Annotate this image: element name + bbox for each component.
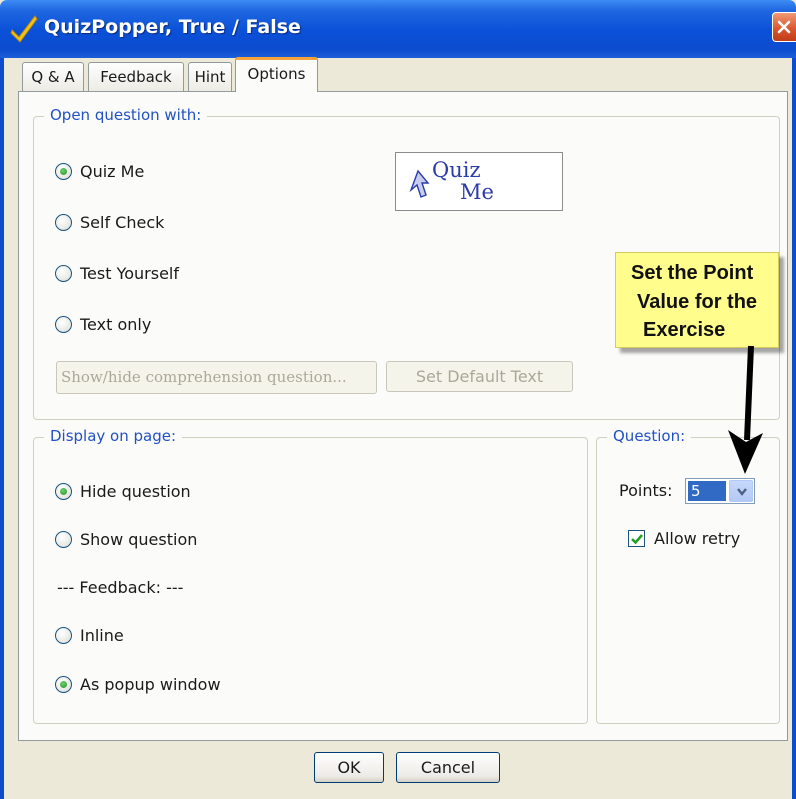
radio-label: As popup window <box>80 675 221 694</box>
window-title: QuizPopper, True / False <box>44 16 301 38</box>
cursor-arrow-icon <box>409 169 430 198</box>
display-on-page-legend: Display on page: <box>44 427 183 445</box>
button-label: Cancel <box>420 758 476 777</box>
radio-button[interactable] <box>55 214 72 231</box>
cancel-button[interactable]: Cancel <box>396 752 500 783</box>
callout-note: Set the Point Value for the Exercise <box>615 252 779 348</box>
radio-label: Hide question <box>80 482 191 501</box>
chevron-down-icon <box>737 488 747 496</box>
button-label: OK <box>337 758 361 777</box>
radio-button[interactable] <box>55 627 72 644</box>
tab-q-and-a[interactable]: Q & A <box>22 62 84 92</box>
tab-label: Options <box>247 65 306 83</box>
points-dropdown-button[interactable] <box>729 480 753 502</box>
question-legend: Question: <box>607 427 692 445</box>
radio-as-popup-window[interactable]: As popup window <box>55 675 221 694</box>
radio-show-question[interactable]: Show question <box>55 530 197 549</box>
callout-line-2: Value for the <box>637 291 758 313</box>
radio-label: Text only <box>80 315 152 334</box>
callout-line-3: Exercise <box>643 319 726 341</box>
button-label: Show/hide comprehension question... <box>61 368 347 386</box>
open-question-legend: Open question with: <box>44 106 208 124</box>
radio-label: Inline <box>80 626 124 645</box>
callout-arrow <box>728 345 763 474</box>
checkbox-box[interactable] <box>628 530 645 547</box>
radio-button[interactable] <box>55 483 72 500</box>
radio-label: Self Check <box>80 213 165 232</box>
button-label: Set Default Text <box>415 367 544 386</box>
radio-self-check[interactable]: Self Check <box>55 213 164 232</box>
window-frame-left <box>0 58 4 799</box>
callout-line-1: Set the Point <box>631 262 754 284</box>
preview-line-1: Quiz <box>432 158 481 182</box>
tab-feedback[interactable]: Feedback <box>88 62 184 92</box>
tab-options[interactable]: Options <box>235 57 318 92</box>
tab-hint[interactable]: Hint <box>188 62 232 92</box>
points-select[interactable]: 5 <box>685 478 755 504</box>
ok-button[interactable]: OK <box>314 752 384 783</box>
radio-label: Show question <box>80 530 198 549</box>
radio-button[interactable] <box>55 316 72 333</box>
comprehension-question-button[interactable]: Show/hide comprehension question... <box>56 361 377 394</box>
feedback-section-label: --- Feedback: --- <box>57 578 184 597</box>
radio-hide-question[interactable]: Hide question <box>55 482 191 501</box>
allow-retry-checkbox[interactable]: Allow retry <box>628 529 740 548</box>
window-frame-right <box>792 58 796 799</box>
radio-button[interactable] <box>55 163 72 180</box>
radio-label: Test Yourself <box>80 264 180 283</box>
radio-test-yourself[interactable]: Test Yourself <box>55 264 179 283</box>
radio-quiz-me[interactable]: Quiz Me <box>55 162 144 181</box>
checkmark-icon <box>631 534 643 545</box>
title-bar: QuizPopper, True / False <box>0 0 796 58</box>
points-value: 5 <box>688 481 726 501</box>
radio-button[interactable] <box>55 676 72 693</box>
radio-button[interactable] <box>55 265 72 282</box>
radio-button[interactable] <box>55 531 72 548</box>
tab-label: Q & A <box>31 68 75 86</box>
tab-label: Feedback <box>100 68 172 86</box>
preview-line-2: Me <box>460 180 494 204</box>
close-icon <box>777 20 791 34</box>
radio-text-only[interactable]: Text only <box>55 315 151 334</box>
set-default-text-button[interactable]: Set Default Text <box>386 361 573 392</box>
close-button[interactable] <box>772 12 796 42</box>
quiz-me-preview: Quiz Me <box>395 152 563 211</box>
radio-label: Quiz Me <box>80 162 145 181</box>
radio-inline[interactable]: Inline <box>55 626 124 645</box>
checkmark-icon <box>10 15 38 43</box>
tab-label: Hint <box>194 68 226 86</box>
checkbox-label: Allow retry <box>654 529 741 548</box>
points-label: Points: <box>619 481 673 500</box>
